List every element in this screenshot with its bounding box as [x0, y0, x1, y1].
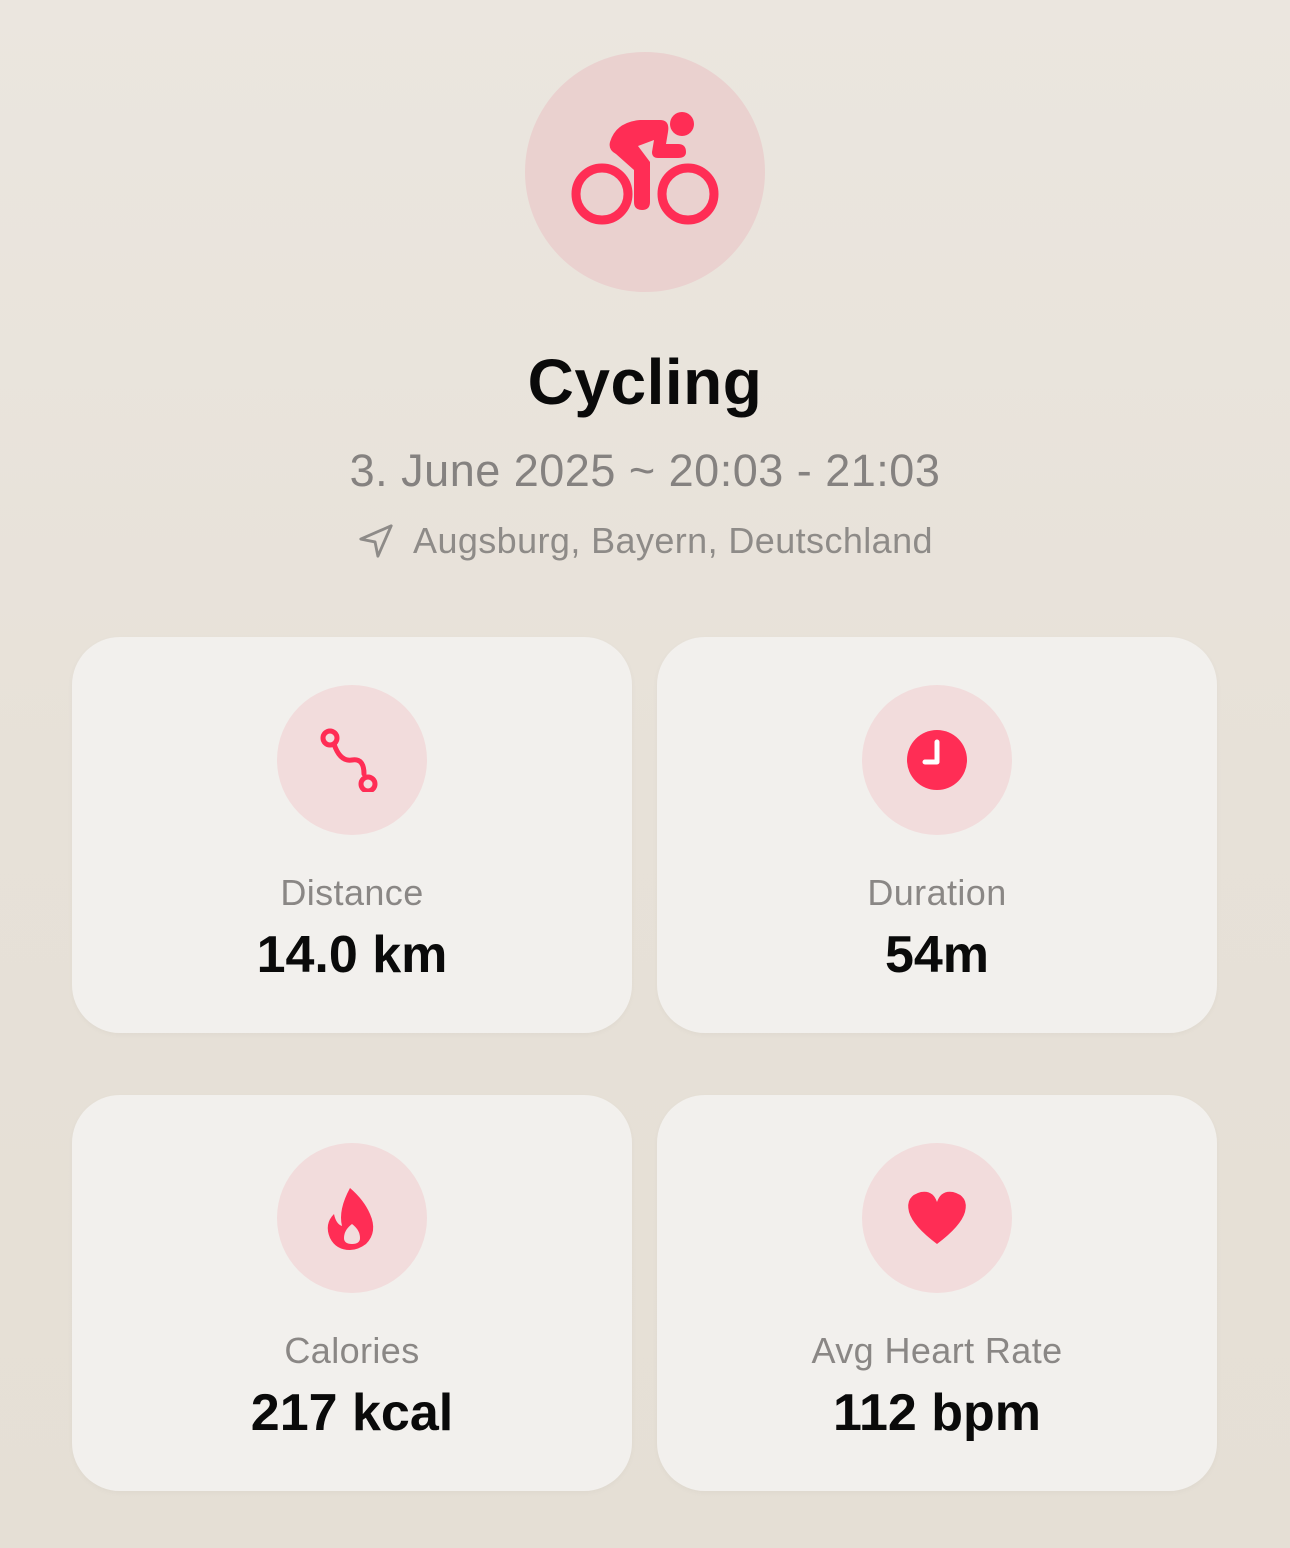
stat-label: Avg Heart Rate: [811, 1330, 1063, 1371]
stat-card-duration[interactable]: Duration 54m: [657, 637, 1217, 1033]
stat-icon-badge: [862, 1143, 1012, 1293]
stat-card-distance[interactable]: Distance 14.0 km: [72, 637, 632, 1033]
workout-type-badge: [525, 52, 765, 292]
workout-title: Cycling: [527, 346, 763, 418]
workout-header: Cycling 3. June 2025 ~ 20:03 - 21:03 Aug…: [0, 0, 1290, 620]
route-icon: [320, 728, 378, 792]
stat-value: 14.0 km: [256, 926, 448, 984]
stat-card-heart-rate[interactable]: Avg Heart Rate 112 bpm: [657, 1095, 1217, 1491]
workout-location: Augsburg, Bayern, Deutschland: [0, 520, 1290, 562]
stat-card-calories[interactable]: Calories 217 kcal: [72, 1095, 632, 1491]
stat-label: Distance: [280, 872, 424, 913]
stat-icon-badge: [277, 1143, 427, 1293]
stat-icon-badge: [862, 685, 1012, 835]
location-text: Augsburg, Bayern, Deutschland: [413, 520, 933, 561]
heart-icon: [908, 1191, 966, 1244]
clock-icon: [907, 730, 967, 790]
stat-label: Duration: [867, 872, 1007, 913]
location-arrow-icon: [359, 524, 393, 558]
cycling-icon: [571, 112, 719, 225]
stat-value: 217 kcal: [250, 1384, 454, 1442]
workout-datetime: 3. June 2025 ~ 20:03 - 21:03: [349, 445, 941, 496]
stat-value: 112 bpm: [832, 1384, 1042, 1442]
stat-icon-badge: [277, 685, 427, 835]
flame-icon: [327, 1188, 374, 1250]
stat-label: Calories: [284, 1330, 420, 1371]
stat-value: 54m: [884, 926, 990, 984]
